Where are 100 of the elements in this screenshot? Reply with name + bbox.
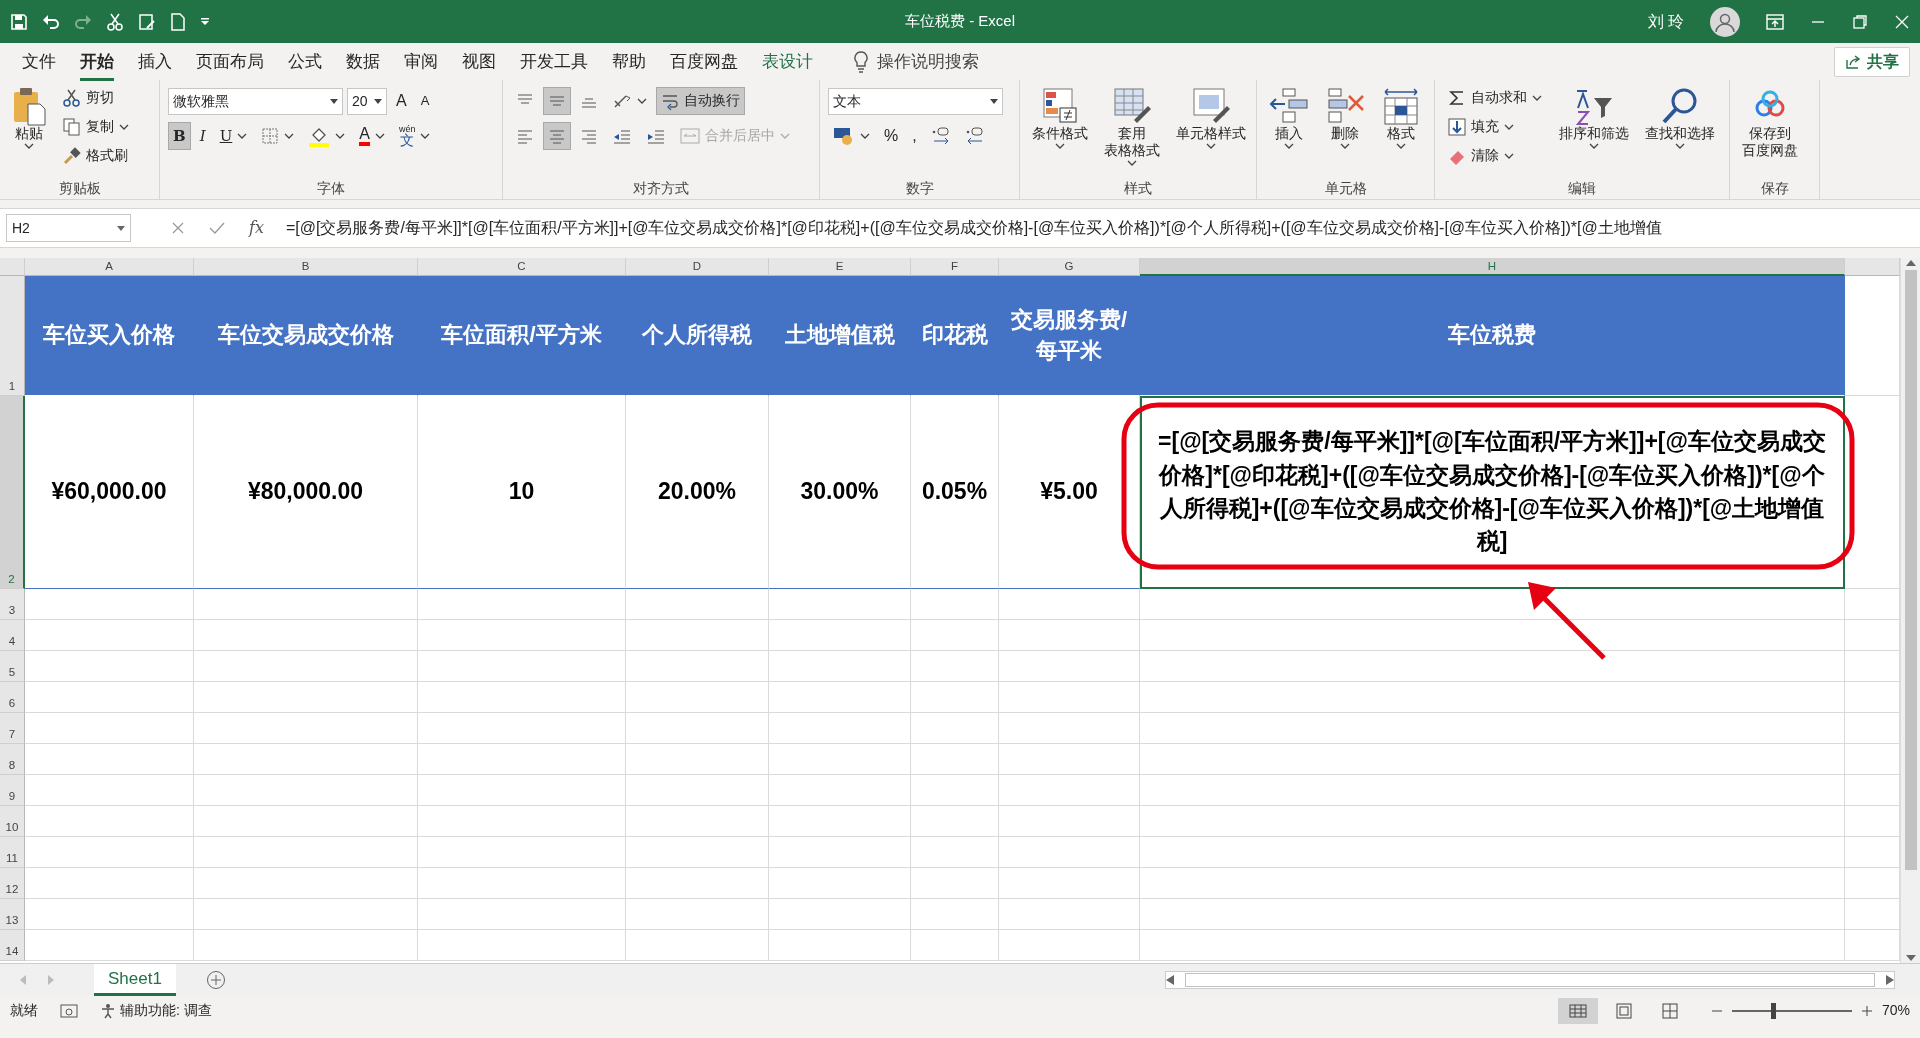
sheet-cell[interactable] xyxy=(194,806,418,837)
sheet-cell[interactable] xyxy=(626,713,769,744)
sheet-cell[interactable] xyxy=(626,651,769,682)
accessibility-status[interactable]: 辅助功能: 调查 xyxy=(120,1000,212,1021)
scissors-icon[interactable] xyxy=(106,12,124,31)
zoom-in-icon[interactable] xyxy=(1861,1005,1872,1016)
search-field[interactable]: 操作说明搜索 xyxy=(877,48,979,75)
sheet-cell[interactable] xyxy=(25,868,194,899)
caret-icon[interactable] xyxy=(637,98,647,104)
table-cell[interactable]: ¥5.00 xyxy=(999,396,1140,589)
sheet-cell[interactable] xyxy=(626,620,769,651)
column-header[interactable]: H xyxy=(1140,258,1845,276)
ribbon-button[interactable]: 自动换行 xyxy=(656,87,745,115)
sheet-cell[interactable] xyxy=(194,744,418,775)
sheet-cell[interactable] xyxy=(1140,620,1845,651)
column-header[interactable]: B xyxy=(194,258,418,276)
sheet-cell[interactable] xyxy=(911,837,999,868)
caret-icon[interactable] xyxy=(860,133,870,139)
sheet-cell[interactable] xyxy=(769,589,911,620)
sheet-cell[interactable] xyxy=(418,806,626,837)
menu-tab[interactable]: 页面布局 xyxy=(184,45,276,78)
sheet-cell[interactable] xyxy=(418,589,626,620)
name-box[interactable]: H2 xyxy=(6,214,131,242)
row-header[interactable]: 3 xyxy=(0,589,25,620)
table-cell[interactable]: 10 xyxy=(418,396,626,589)
percent-button[interactable]: % xyxy=(879,122,904,150)
caret-icon[interactable] xyxy=(1055,142,1065,149)
menu-tab[interactable]: 公式 xyxy=(276,45,334,78)
sheet-cell[interactable] xyxy=(999,837,1140,868)
sheet-cell[interactable] xyxy=(626,589,769,620)
dropdown-icon[interactable] xyxy=(990,98,998,104)
sheet-cell[interactable] xyxy=(999,713,1140,744)
ribbon-button[interactable]: 填充 xyxy=(1443,113,1547,141)
ribbon-button[interactable]: 保存到 百度网盘 xyxy=(1738,84,1802,162)
sheet-cell[interactable] xyxy=(911,930,999,961)
menu-tab[interactable]: 审阅 xyxy=(392,45,450,78)
sheet-cell[interactable] xyxy=(1140,744,1845,775)
sheet-cell[interactable] xyxy=(25,713,194,744)
sheet-cell[interactable] xyxy=(25,744,194,775)
table-cell[interactable]: 30.00% xyxy=(769,396,911,589)
sheet-cell[interactable] xyxy=(418,899,626,930)
row-header[interactable]: 7 xyxy=(0,713,25,744)
sheet-cell[interactable] xyxy=(626,868,769,899)
scroll-right-icon[interactable] xyxy=(1886,974,1894,985)
caret-icon[interactable] xyxy=(1396,142,1406,149)
close-icon[interactable] xyxy=(1894,13,1910,30)
new-document-icon[interactable] xyxy=(170,12,186,31)
lightbulb-icon[interactable] xyxy=(853,50,869,73)
row-header[interactable]: 5 xyxy=(0,651,25,682)
sheet-cell[interactable] xyxy=(194,589,418,620)
sheet-cell[interactable] xyxy=(911,682,999,713)
previous-sheet-icon[interactable] xyxy=(20,974,26,985)
sheet-cell[interactable] xyxy=(626,682,769,713)
avatar[interactable] xyxy=(1710,6,1740,37)
sheet-cell[interactable] xyxy=(418,837,626,868)
sheet-cell[interactable] xyxy=(769,930,911,961)
ribbon-display-icon[interactable] xyxy=(1766,13,1784,30)
sheet-cell[interactable] xyxy=(25,682,194,713)
sheet-cell[interactable] xyxy=(418,651,626,682)
sheet-cell[interactable] xyxy=(626,930,769,961)
menu-tab[interactable]: 帮助 xyxy=(600,45,658,78)
sheet-cell[interactable] xyxy=(769,651,911,682)
ribbon-button[interactable]: 条件格式 xyxy=(1028,84,1092,151)
sheet-cell[interactable] xyxy=(418,744,626,775)
row-header[interactable]: 8 xyxy=(0,744,25,775)
caret-icon[interactable] xyxy=(1675,142,1685,149)
ribbon-button[interactable]: 单元格样式 xyxy=(1172,84,1250,151)
ribbon-button[interactable]: 格式 xyxy=(1377,84,1425,151)
sheet-cell[interactable] xyxy=(626,775,769,806)
caret-icon[interactable] xyxy=(1504,153,1514,159)
sheet-cell[interactable] xyxy=(999,589,1140,620)
ribbon-button[interactable]: 剪切 xyxy=(58,84,134,112)
sheet-cell[interactable] xyxy=(999,775,1140,806)
sheet-cell[interactable] xyxy=(911,744,999,775)
sheet-cell[interactable] xyxy=(769,775,911,806)
sheet-cell[interactable] xyxy=(626,899,769,930)
column-header[interactable]: A xyxy=(25,258,194,276)
row-header[interactable]: 6 xyxy=(0,682,25,713)
caret-icon[interactable] xyxy=(374,133,385,139)
sheet-cell[interactable] xyxy=(1140,775,1845,806)
sheet-cell[interactable] xyxy=(194,620,418,651)
caret-icon[interactable] xyxy=(1127,159,1137,166)
sheet-cell[interactable] xyxy=(194,837,418,868)
sheet-cell[interactable] xyxy=(999,899,1140,930)
sheet-cell[interactable] xyxy=(769,899,911,930)
sheet-cell[interactable] xyxy=(911,589,999,620)
font-name-field[interactable]: 微软雅黑 xyxy=(168,87,343,115)
sheet-cell[interactable] xyxy=(769,713,911,744)
sheet-cell[interactable] xyxy=(1140,713,1845,744)
restore-icon[interactable] xyxy=(1852,13,1868,30)
dropdown-icon[interactable] xyxy=(330,98,338,104)
zoom-level[interactable]: 70% xyxy=(1881,1000,1910,1021)
sheet-cell[interactable] xyxy=(194,651,418,682)
cancel-icon[interactable] xyxy=(171,221,185,235)
ribbon-button[interactable]: 套用 表格格式 xyxy=(1100,84,1164,168)
next-sheet-icon[interactable] xyxy=(48,974,54,985)
font-color-button[interactable]: A xyxy=(354,122,390,150)
row-header[interactable]: 12 xyxy=(0,868,25,899)
sheet-cell[interactable] xyxy=(418,682,626,713)
column-header[interactable]: F xyxy=(911,258,999,276)
